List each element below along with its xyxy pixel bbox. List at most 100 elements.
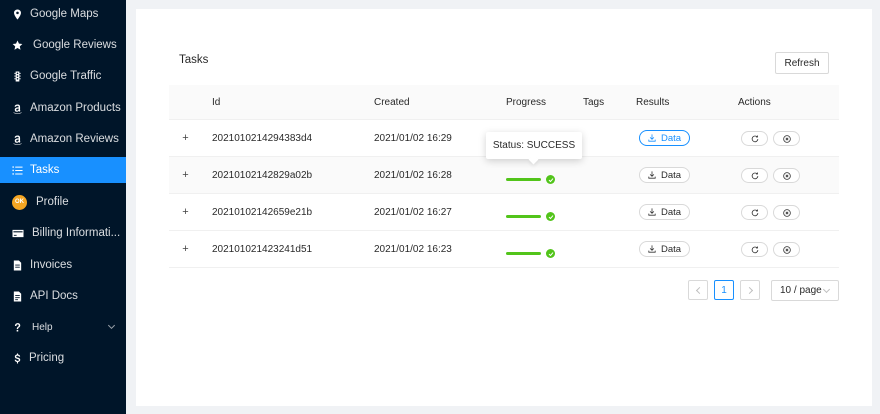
pagination-page-1[interactable]: 1 (714, 280, 734, 300)
table-row: + 20210102142829a02b 2021/01/02 16:28 Da… (169, 157, 839, 194)
list-icon (11, 164, 23, 176)
column-header-created: Created (374, 97, 410, 108)
column-header-id: Id (212, 97, 221, 108)
map-pin-icon (11, 8, 23, 20)
sidebar-item-api-docs[interactable]: API Docs (0, 283, 126, 309)
data-download-button[interactable]: Data (639, 241, 690, 257)
reload-icon (751, 134, 758, 142)
reload-icon (751, 171, 758, 179)
table-row: + 20210102142324​1d51 2021/01/02 16:23 D… (169, 231, 839, 268)
download-icon (648, 208, 656, 216)
task-created: 2021/01/02 16:27 (374, 207, 452, 218)
sidebar-item-label: Billing Informati... (32, 227, 121, 239)
sidebar-item-label: Google Maps (30, 8, 99, 20)
cancel-task-button[interactable] (773, 168, 800, 183)
sidebar-item-invoices[interactable]: Invoices (0, 252, 126, 278)
close-circle-icon (782, 245, 791, 254)
star-icon (11, 39, 23, 51)
download-icon (648, 134, 656, 142)
expand-row-button[interactable]: + (180, 206, 191, 218)
cancel-task-button[interactable] (773, 242, 800, 257)
table-row: + 20210102142659e21b 2021/01/02 16:27 Da… (169, 194, 839, 231)
expand-row-button[interactable]: + (180, 169, 191, 181)
sidebar-item-label: Profile (36, 196, 69, 208)
sidebar-item-label: Amazon Products (30, 102, 121, 114)
file-icon (11, 259, 23, 271)
avatar: OK (12, 194, 27, 210)
retry-button[interactable] (741, 242, 768, 257)
task-id: 20210102142943​83d4 (212, 133, 313, 144)
expand-row-button[interactable]: + (180, 243, 191, 255)
task-created: 2021/01/02 16:29 (374, 133, 452, 144)
column-header-tags: Tags (583, 97, 605, 108)
sidebar-item-tasks[interactable]: Tasks (0, 157, 126, 183)
data-download-button[interactable]: Data (639, 167, 690, 183)
data-download-button[interactable]: Data (639, 130, 690, 146)
close-circle-icon (782, 171, 791, 180)
sidebar-item-label: Invoices (30, 259, 73, 271)
pagination-prev-button[interactable] (688, 280, 708, 300)
column-header-actions: Actions (738, 97, 771, 108)
check-circle-icon (546, 212, 555, 221)
reload-icon (751, 245, 758, 253)
progress-indicator[interactable] (506, 175, 555, 184)
progress-indicator[interactable] (506, 249, 555, 258)
chevron-right-icon (745, 286, 753, 294)
retry-button[interactable] (741, 205, 768, 220)
file-text-icon (11, 290, 23, 302)
progress-bar (506, 215, 541, 218)
sidebar-item-amazon-reviews[interactable]: Amazon Reviews (0, 126, 126, 152)
sidebar-item-label: API Docs (30, 290, 78, 302)
page-size-select[interactable]: 10 / page (771, 280, 839, 301)
sidebar-item-google-maps[interactable]: Google Maps (0, 1, 126, 27)
traffic-light-icon (11, 70, 23, 82)
data-download-button[interactable]: Data (639, 204, 690, 220)
retry-button[interactable] (741, 168, 768, 183)
sidebar-item-help[interactable]: Help (0, 314, 126, 340)
expand-row-button[interactable]: + (180, 132, 191, 144)
sidebar-item-label: Google Reviews (33, 39, 117, 51)
sidebar-item-label: Pricing (29, 352, 65, 364)
status-tooltip: Status: SUCCESS (486, 132, 582, 159)
sidebar-item-label: Amazon Reviews (30, 133, 119, 145)
sidebar-item-pricing[interactable]: Pricing (0, 345, 126, 371)
sidebar-item-label: Google Traffic (30, 70, 102, 82)
task-id: 20210102142659e21b (212, 207, 313, 218)
cancel-task-button[interactable] (773, 205, 800, 220)
download-icon (648, 245, 656, 253)
tasks-card: Tasks Refresh Id Created Progress Tags R… (136, 9, 872, 406)
task-id: 20210102142829a02b (212, 170, 313, 181)
sidebar-item-billing[interactable]: Billing Informati... (0, 220, 126, 246)
pagination-next-button[interactable] (740, 280, 760, 300)
progress-indicator[interactable] (506, 212, 555, 221)
page-size-value: 10 / page (780, 285, 822, 296)
refresh-button[interactable]: Refresh (775, 52, 829, 74)
progress-bar (506, 178, 541, 181)
task-id: 20210102142324​1d51 (212, 244, 313, 255)
check-circle-icon (546, 175, 555, 184)
data-button-label: Data (660, 206, 682, 218)
cancel-task-button[interactable] (773, 131, 800, 146)
sidebar: Google Maps Google Reviews Google Traffi… (0, 0, 126, 414)
page-title: Tasks (179, 54, 209, 66)
close-circle-icon (782, 134, 791, 143)
close-circle-icon (782, 208, 791, 217)
sidebar-item-google-traffic[interactable]: Google Traffic (0, 63, 126, 89)
sidebar-item-profile[interactable]: OK Profile (0, 189, 126, 215)
amazon-icon (11, 133, 23, 145)
data-button-label: Data (660, 169, 682, 181)
task-created: 2021/01/02 16:23 (374, 244, 452, 255)
sidebar-item-label: Help (32, 321, 53, 333)
table-header: Id Created Progress Tags Results Actions (169, 85, 839, 120)
data-button-label: Data (660, 132, 682, 144)
reload-icon (751, 208, 758, 216)
chevron-left-icon (695, 286, 703, 294)
task-created: 2021/01/02 16:28 (374, 170, 452, 181)
sidebar-item-google-reviews[interactable]: Google Reviews (0, 32, 126, 58)
chevron-down-icon (822, 285, 831, 294)
dollar-icon (11, 352, 23, 364)
sidebar-item-amazon-products[interactable]: Amazon Products (0, 95, 126, 121)
data-button-label: Data (660, 243, 682, 255)
retry-button[interactable] (741, 131, 768, 146)
column-header-results: Results (636, 97, 670, 108)
